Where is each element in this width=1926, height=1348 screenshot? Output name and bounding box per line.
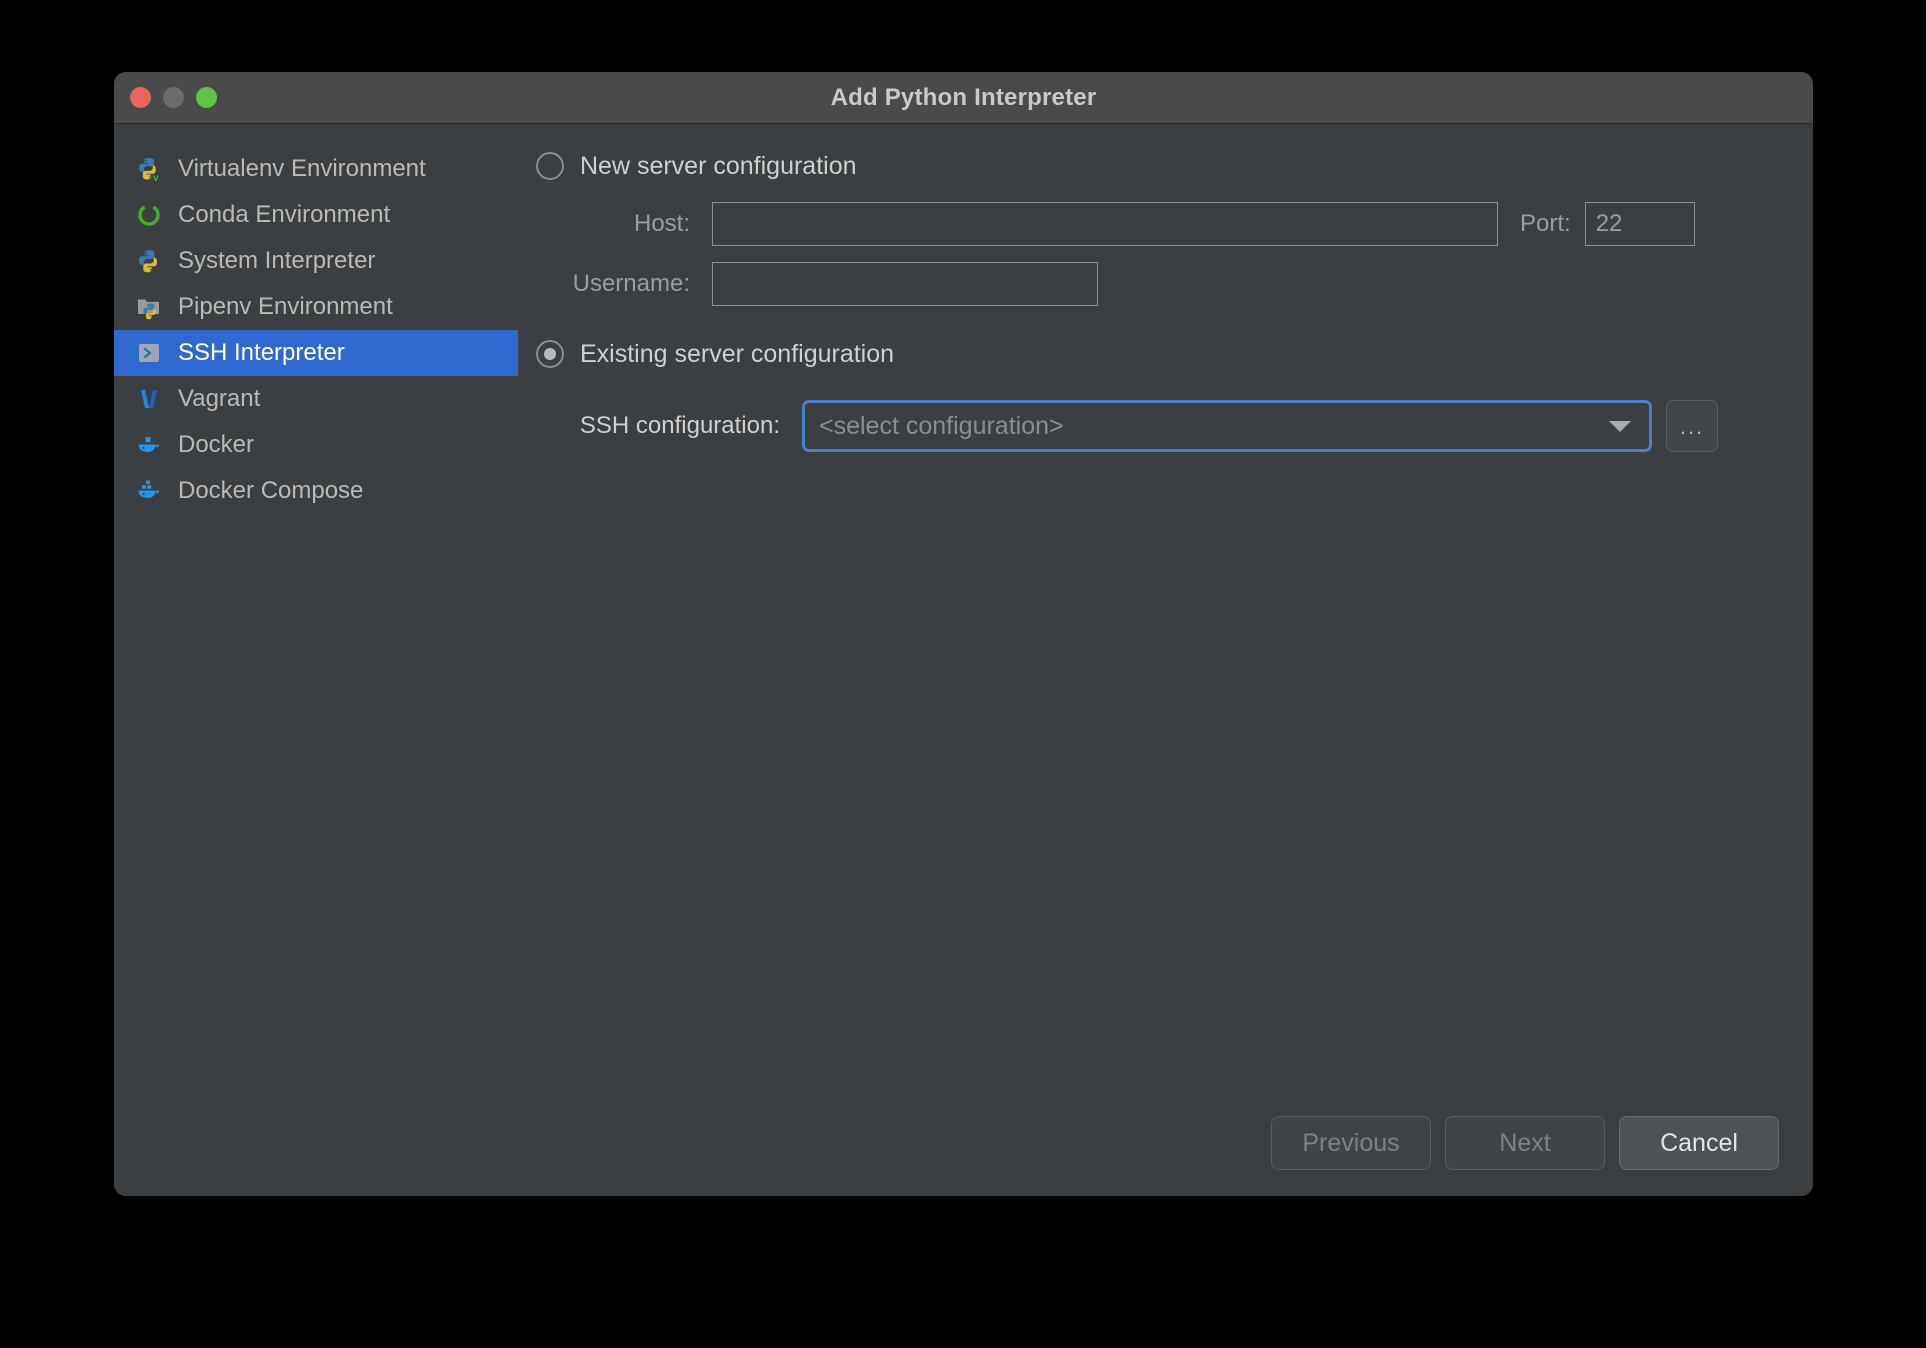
conda-icon: [136, 202, 162, 228]
sidebar-item-label: Pipenv Environment: [178, 293, 393, 320]
sidebar-item-label: Docker Compose: [178, 477, 364, 504]
host-row: Host: Port: 22: [520, 202, 1779, 246]
port-input[interactable]: 22: [1584, 202, 1695, 246]
add-python-interpreter-dialog: Add Python Interpreter v Virtualenv Envi…: [114, 72, 1813, 1196]
new-server-configuration-option[interactable]: New server configuration: [536, 146, 1779, 186]
interpreter-type-sidebar: v Virtualenv Environment Conda Environme…: [114, 124, 518, 1196]
sidebar-item-ssh-interpreter[interactable]: SSH Interpreter: [114, 330, 518, 376]
ssh-configuration-label: SSH configuration:: [579, 412, 780, 439]
vagrant-icon: [136, 386, 162, 412]
sidebar-item-label: Virtualenv Environment: [178, 155, 426, 182]
sidebar-item-conda-environment[interactable]: Conda Environment: [114, 192, 518, 238]
window-title: Add Python Interpreter: [830, 83, 1097, 111]
docker-compose-icon: [136, 478, 162, 504]
sidebar-item-virtualenv-environment[interactable]: v Virtualenv Environment: [114, 146, 518, 192]
username-input[interactable]: [712, 262, 1098, 306]
ssh-interpreter-panel: New server configuration Host: Port: 22 …: [518, 124, 1813, 1196]
sidebar-item-vagrant[interactable]: Vagrant: [114, 376, 518, 422]
username-row: Username:: [520, 262, 1779, 306]
ellipsis-icon: ...: [1679, 413, 1705, 439]
existing-server-radio-label: Existing server configuration: [580, 339, 895, 368]
window-titlebar: Add Python Interpreter: [114, 72, 1813, 124]
sidebar-item-label: Vagrant: [178, 385, 261, 412]
next-button[interactable]: Next: [1445, 1116, 1605, 1170]
close-window-icon[interactable]: [130, 87, 151, 108]
ssh-configuration-select[interactable]: <select configuration>: [802, 400, 1652, 452]
sidebar-item-label: SSH Interpreter: [178, 339, 345, 366]
existing-server-radio[interactable]: [536, 340, 564, 368]
sidebar-item-docker[interactable]: Docker: [114, 422, 518, 468]
pipenv-folder-icon: [136, 294, 162, 320]
svg-text:v: v: [153, 173, 159, 182]
port-label: Port:: [1520, 210, 1571, 237]
sidebar-item-label: Docker: [178, 431, 255, 458]
sidebar-item-docker-compose[interactable]: Docker Compose: [114, 468, 518, 514]
ssh-configuration-value: <select configuration>: [819, 411, 1064, 440]
host-label: Host:: [633, 210, 690, 237]
sidebar-item-label: Conda Environment: [178, 201, 391, 228]
ssh-configuration-row: SSH configuration: <select configuration…: [520, 400, 1779, 452]
username-label: Username:: [572, 270, 690, 297]
python-virtualenv-icon: v: [136, 156, 162, 184]
maximize-window-icon[interactable]: [196, 87, 217, 108]
new-server-radio[interactable]: [536, 152, 564, 180]
previous-button[interactable]: Previous: [1271, 1116, 1431, 1170]
minimize-window-icon[interactable]: [163, 87, 184, 108]
window-controls: [130, 72, 217, 123]
screen: Add Python Interpreter v Virtualenv Envi…: [0, 0, 1926, 1348]
ssh-terminal-icon: [136, 340, 162, 366]
dialog-footer: Previous Next Cancel: [1271, 1116, 1779, 1170]
host-input[interactable]: [712, 202, 1498, 246]
chevron-down-icon[interactable]: [1609, 420, 1631, 432]
dialog-body: v Virtualenv Environment Conda Environme…: [114, 124, 1813, 1196]
docker-icon: [136, 432, 162, 458]
python-icon: [136, 248, 162, 274]
new-server-radio-label: New server configuration: [580, 151, 857, 180]
sidebar-item-pipenv-environment[interactable]: Pipenv Environment: [114, 284, 518, 330]
sidebar-item-label: System Interpreter: [178, 247, 376, 274]
sidebar-item-system-interpreter[interactable]: System Interpreter: [114, 238, 518, 284]
browse-ssh-configurations-button[interactable]: ...: [1666, 400, 1718, 452]
existing-server-configuration-option[interactable]: Existing server configuration: [536, 334, 1779, 374]
cancel-button[interactable]: Cancel: [1619, 1116, 1779, 1170]
